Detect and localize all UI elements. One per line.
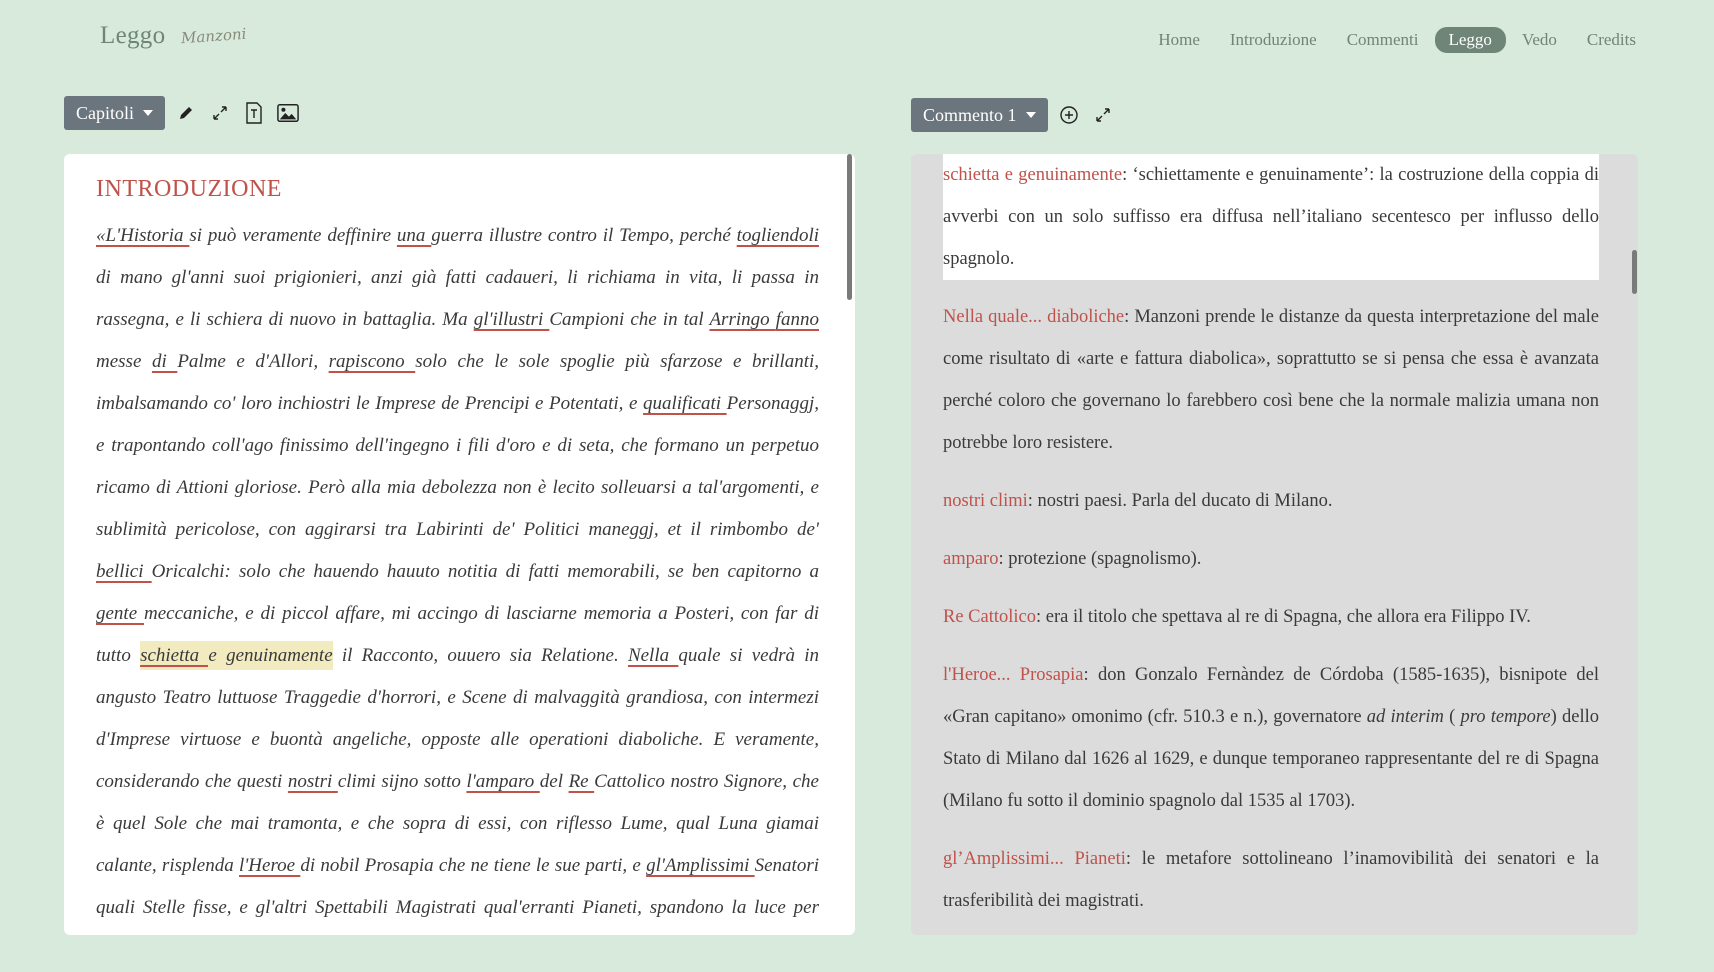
text-file-icon[interactable] [243, 102, 265, 124]
body-text: «L'Historia si può veramente deffinire u… [96, 215, 819, 935]
annotated-word[interactable]: rapiscono [329, 351, 416, 372]
text-span: il Racconto, ouuero sia Relatione. [332, 645, 628, 666]
comment-term[interactable]: amparo [943, 549, 998, 569]
comment-panel[interactable]: schietta e genuinamente: ‘schiettamente … [911, 154, 1638, 935]
text-span: guerra illustre contro il Tempo, perché [431, 225, 737, 246]
nav-vedo[interactable]: Vedo [1522, 27, 1557, 53]
comment-text: : protezione (spagnolismo). [998, 549, 1202, 569]
pencil-icon[interactable] [175, 102, 197, 124]
comment-note: Re Cattolico: era il titolo che spettava… [943, 596, 1599, 638]
main-nav: Home Introduzione Commenti Leggo Vedo Credits [1128, 27, 1636, 53]
comment-dropdown[interactable]: Commento 1 [911, 98, 1048, 132]
annotated-word[interactable]: di [152, 351, 177, 372]
right-toolbar: Commento 1 [911, 98, 1114, 132]
caret-down-icon [1025, 112, 1036, 118]
annotated-word[interactable]: qualificati [643, 393, 727, 414]
comment-note: Nella quale... diaboliche: Manzoni prend… [943, 296, 1599, 464]
comment-dropdown-label: Commento 1 [923, 104, 1017, 125]
nav-commenti[interactable]: Commenti [1347, 27, 1419, 53]
text-span: Palme e d'Allori, [177, 351, 329, 372]
comment-text: ( [1443, 707, 1461, 727]
caret-down-icon [143, 110, 153, 116]
text-span: Campioni che in tal [549, 309, 710, 330]
comment-text: : nostri paesi. Parla del ducato di Mila… [1027, 491, 1333, 511]
text-span: climi sijno sotto [337, 771, 467, 792]
comment-term[interactable]: nostri climi [943, 491, 1028, 511]
comment-italic: pro tempore [1460, 707, 1551, 727]
image-icon[interactable] [277, 102, 299, 124]
comment-note: gl’Amplissimi... Pianeti: le metafore so… [943, 838, 1599, 922]
comment-italic: ad interim [1366, 707, 1444, 727]
annotated-word[interactable]: una [397, 225, 431, 246]
comment-term[interactable]: gl’Amplissimi... Pianeti [943, 849, 1126, 869]
comment-note: amparo: protezione (spagnolismo). [943, 538, 1599, 580]
text-span: messe [96, 351, 152, 372]
comment-note: schietta e genuinamente: ‘schiettamente … [943, 154, 1599, 280]
comment-text: : Manzoni prende le distanze da questa i… [943, 307, 1599, 453]
annotated-word[interactable]: Nella [628, 645, 678, 666]
comment-scrollbar[interactable] [1632, 250, 1637, 294]
comment-note: l'Heroe... Prosapia: don Gonzalo Fernànd… [943, 654, 1599, 822]
expand-icon[interactable] [1092, 104, 1114, 126]
annotated-word[interactable]: Re [569, 771, 595, 792]
comment-term[interactable]: Re Cattolico [943, 607, 1036, 627]
comment-term[interactable]: Nella quale... diaboliche [943, 307, 1124, 327]
chapters-dropdown[interactable]: Capitoli [64, 96, 165, 130]
left-toolbar: Capitoli [64, 96, 299, 130]
add-circle-icon[interactable] [1058, 104, 1080, 126]
nav-leggo[interactable]: Leggo [1434, 27, 1506, 53]
section-title: INTRODUZIONE [96, 176, 282, 202]
text-span: Oricalchi: solo che hauendo hauuto notit… [151, 561, 820, 582]
text-span: e genuinamente [208, 641, 333, 670]
nav-home[interactable]: Home [1158, 27, 1200, 53]
annotated-word[interactable]: gl'illustri [474, 309, 550, 330]
annotated-word[interactable]: l'Heroe [239, 855, 300, 876]
nav-introduzione[interactable]: Introduzione [1230, 27, 1317, 53]
annotated-word[interactable]: gl'Amplissimi [646, 855, 755, 876]
comment-list: schietta e genuinamente: ‘schiettamente … [943, 154, 1599, 935]
annotated-word[interactable]: Arringo [709, 309, 775, 330]
brand-name[interactable]: Leggo [100, 22, 165, 50]
comment-text: : era il titolo che spettava al re di Sp… [1036, 607, 1531, 627]
text-span: Personaggj, e trapontando coll'ago finis… [96, 393, 820, 540]
expand-icon[interactable] [209, 102, 231, 124]
annotated-word[interactable]: «L'Historia [96, 225, 189, 246]
annotated-word[interactable]: bellici [96, 561, 152, 582]
annotated-word[interactable]: togliendoli [737, 225, 819, 246]
comment-note: nostri climi: nostri paesi. Parla del du… [943, 480, 1599, 522]
nav-credits[interactable]: Credits [1587, 27, 1636, 53]
annotated-word[interactable]: gente [96, 603, 144, 624]
text-span: di nobil Prosapia che ne tiene le sue pa… [300, 855, 647, 876]
text-panel[interactable]: INTRODUZIONE «L'Historia si può verament… [64, 154, 855, 935]
annotated-word[interactable]: fanno [776, 309, 819, 330]
text-span: si può veramente deffinire [189, 225, 397, 246]
chapters-dropdown-label: Capitoli [76, 102, 134, 123]
annotated-word[interactable]: l'amparo [466, 771, 539, 792]
brand[interactable]: Leggo Manzoni [100, 22, 247, 50]
text-scrollbar[interactable] [847, 154, 852, 300]
annotated-word[interactable]: schietta [140, 641, 209, 670]
text-span: del [539, 771, 569, 792]
signature-logo: Manzoni [180, 24, 248, 48]
comment-term[interactable]: l'Heroe... Prosapia [943, 665, 1084, 685]
annotated-word[interactable]: nostri [288, 771, 338, 792]
comment-term[interactable]: schietta e genuinamente [943, 165, 1122, 185]
